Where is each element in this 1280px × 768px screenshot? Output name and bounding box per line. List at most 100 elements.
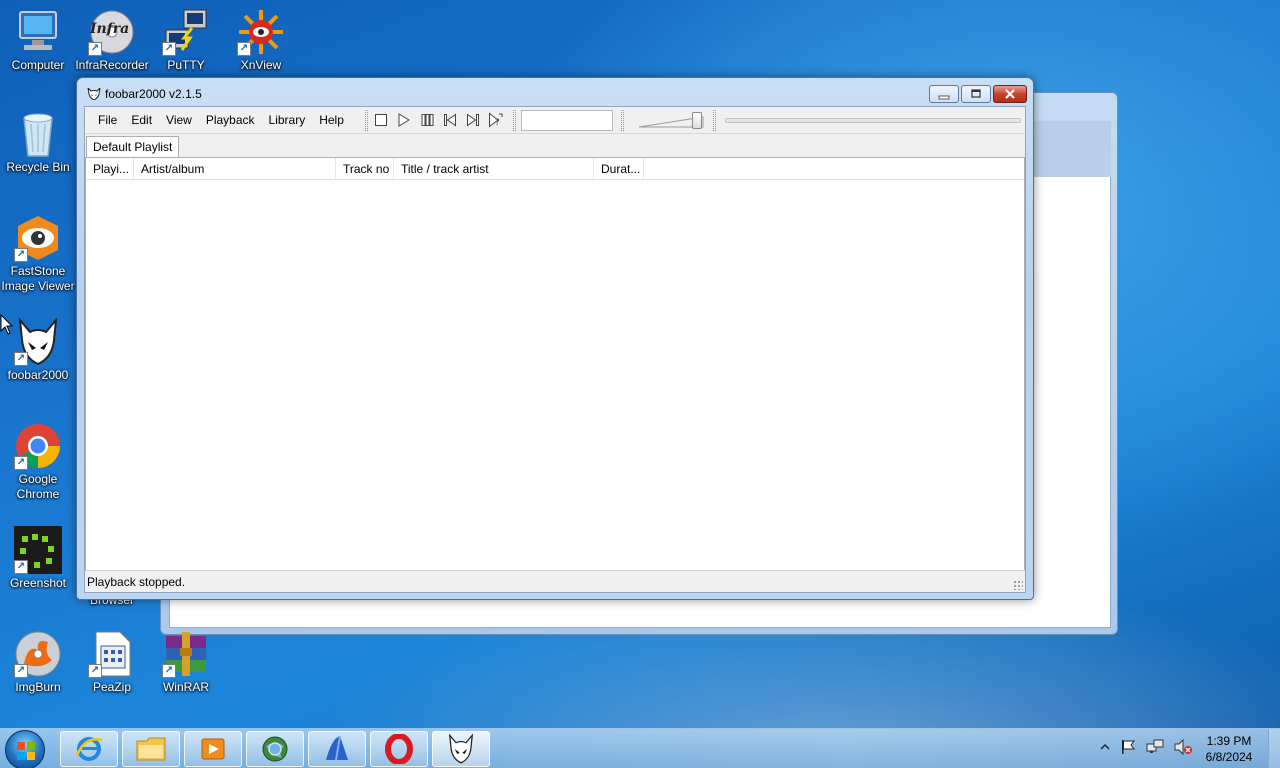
menu-help[interactable]: Help xyxy=(312,112,351,128)
desktop-icon-computer[interactable]: Computer xyxy=(0,8,76,73)
playlist-view[interactable]: Playi... Artist/album Track no Title / t… xyxy=(85,158,1025,570)
menu-bar: File Edit View Playback Library Help xyxy=(91,112,351,128)
seek-bar[interactable] xyxy=(725,118,1021,123)
desktop-icon-label: Google Chrome xyxy=(16,472,60,501)
toolbar-separator xyxy=(621,110,624,131)
desktop-icon-putty[interactable]: ↗ PuTTY xyxy=(148,8,224,73)
internet-explorer-icon xyxy=(75,737,103,761)
shortcut-arrow-icon: ↗ xyxy=(88,42,102,56)
desktop-icon-greenshot[interactable]: ↗ Greenshot xyxy=(0,526,76,591)
window-title: foobar2000 v2.1.5 xyxy=(105,87,202,101)
desktop-icon-xnview[interactable]: ↗ XnView xyxy=(223,8,299,73)
browser-globe-icon xyxy=(262,736,288,762)
foobar2000-icon: ↗ xyxy=(14,316,62,366)
foobar2000-taskbar-icon xyxy=(448,734,474,764)
previous-icon xyxy=(444,113,456,127)
clock[interactable]: 1:39 PM 6/8/2024 xyxy=(1196,733,1262,765)
menu-edit[interactable]: Edit xyxy=(124,112,159,128)
imgburn-icon: ↗ xyxy=(14,630,62,678)
peazip-icon: ↗ xyxy=(88,630,136,678)
pause-button[interactable] xyxy=(419,113,435,127)
desktop-icon-label: Computer xyxy=(11,58,65,72)
next-button[interactable] xyxy=(465,113,481,127)
close-icon xyxy=(1005,89,1015,99)
start-button[interactable] xyxy=(5,730,45,768)
tab-default-playlist[interactable]: Default Playlist xyxy=(86,136,180,158)
taskbar-app-blue[interactable] xyxy=(308,731,366,767)
menu-library[interactable]: Library xyxy=(262,112,313,128)
shortcut-arrow-icon: ↗ xyxy=(162,42,176,56)
column-title-track-artist[interactable]: Title / track artist xyxy=(394,158,594,180)
status-bar: Playback stopped. xyxy=(85,570,1025,592)
taskbar-file-explorer[interactable] xyxy=(122,731,180,767)
clock-time: 1:39 PM xyxy=(1206,734,1252,748)
foobar2000-window[interactable]: foobar2000 v2.1.5 File Edit View Playbac… xyxy=(76,77,1034,600)
network-icon[interactable] xyxy=(1146,739,1164,755)
maximize-button[interactable] xyxy=(961,85,991,103)
action-center-flag-icon[interactable] xyxy=(1120,739,1136,755)
column-artist-album[interactable]: Artist/album xyxy=(134,158,336,180)
window-client-area: File Edit View Playback Library Help ? D… xyxy=(84,106,1026,593)
desktop-icon-label: XnView xyxy=(240,58,282,72)
menu-file[interactable]: File xyxy=(91,112,124,128)
desktop-icon-label: Recycle Bin xyxy=(6,160,70,174)
toolbar: File Edit View Playback Library Help ? xyxy=(85,107,1025,134)
resize-grip-icon[interactable] xyxy=(1013,580,1023,590)
svg-text:?: ? xyxy=(495,118,500,128)
taskbar-browser-globe[interactable] xyxy=(246,731,304,767)
menu-view[interactable]: View xyxy=(159,112,199,128)
show-hidden-icons-icon[interactable] xyxy=(1100,742,1110,752)
foobar2000-title-icon xyxy=(87,88,101,100)
playlist-tabs: Default Playlist xyxy=(85,135,1025,158)
menu-playback[interactable]: Playback xyxy=(199,112,262,128)
taskbar-internet-explorer[interactable] xyxy=(60,731,118,767)
app-blue-icon xyxy=(326,735,348,761)
shortcut-arrow-icon: ↗ xyxy=(14,352,28,366)
playback-order-box[interactable] xyxy=(521,110,613,131)
desktop-icon-infrarecorder[interactable]: Infra ↗ InfraRecorder xyxy=(74,8,150,73)
desktop-icon-label: ImgBurn xyxy=(15,680,61,694)
desktop-icon-winrar[interactable]: ↗ WinRAR xyxy=(148,630,224,695)
desktop-icon-peazip[interactable]: ↗ PeaZip xyxy=(74,630,150,695)
column-playing[interactable]: Playi... xyxy=(86,158,134,180)
taskbar-opera[interactable] xyxy=(370,731,428,767)
recycle-bin-icon xyxy=(14,110,62,158)
random-button[interactable]: ? xyxy=(488,112,504,128)
minimize-icon xyxy=(938,95,950,100)
desktop-icon-label: foobar2000 xyxy=(7,368,69,382)
desktop-icon-recycle-bin[interactable]: Recycle Bin xyxy=(0,110,76,175)
shortcut-arrow-icon: ↗ xyxy=(14,456,28,470)
desktop-icon-label: Greenshot xyxy=(9,576,67,590)
stop-button[interactable] xyxy=(373,113,389,127)
taskbar-foobar2000[interactable] xyxy=(432,731,490,767)
column-track-no[interactable]: Track no xyxy=(336,158,394,180)
desktop-icon-faststone[interactable]: ↗ FastStone Image Viewer xyxy=(0,214,76,294)
desktop-icon-label: FastStone Image Viewer xyxy=(1,264,75,293)
media-player-icon xyxy=(201,738,225,760)
title-bar[interactable]: foobar2000 v2.1.5 xyxy=(77,78,1033,108)
shortcut-arrow-icon: ↗ xyxy=(162,664,176,678)
close-button[interactable] xyxy=(993,85,1027,103)
desktop-icon-label: PeaZip xyxy=(92,680,132,694)
infrarecorder-icon: Infra ↗ xyxy=(88,8,136,56)
minimize-button[interactable] xyxy=(929,85,959,103)
taskbar-media-player[interactable] xyxy=(184,731,242,767)
play-button[interactable] xyxy=(396,113,412,127)
toolbar-separator xyxy=(365,110,368,131)
column-duration[interactable]: Durat... xyxy=(594,158,644,180)
file-explorer-icon xyxy=(136,737,166,761)
volume-muted-icon[interactable] xyxy=(1174,739,1192,755)
clock-date: 6/8/2024 xyxy=(1205,750,1253,764)
shortcut-arrow-icon: ↗ xyxy=(14,248,28,262)
stop-icon xyxy=(375,114,387,126)
show-desktop-button[interactable] xyxy=(1268,729,1280,768)
system-tray xyxy=(1100,739,1192,755)
desktop-icon-chrome[interactable]: ↗ Google Chrome xyxy=(0,422,76,502)
playlist-column-headers: Playi... Artist/album Track no Title / t… xyxy=(86,158,1024,180)
toolbar-separator xyxy=(713,110,716,131)
desktop-icon-imgburn[interactable]: ↗ ImgBurn xyxy=(0,630,76,695)
shortcut-arrow-icon: ↗ xyxy=(14,560,28,574)
opera-icon xyxy=(385,734,413,764)
previous-button[interactable] xyxy=(442,113,458,127)
volume-slider-thumb[interactable] xyxy=(692,112,703,129)
